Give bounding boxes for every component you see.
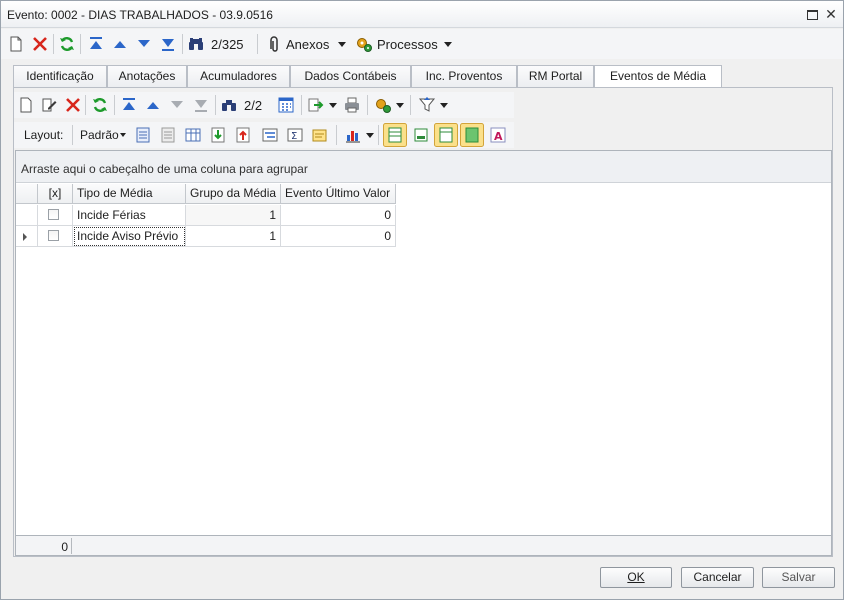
record-position: 2/325 [211,37,244,52]
new-row-icon[interactable] [17,96,35,114]
restore-icon[interactable] [805,7,819,21]
export-dropdown-icon[interactable] [329,103,337,108]
cell-grupo-da-media[interactable]: 1 [186,205,281,226]
column-header-grupo-da-media[interactable]: Grupo da Média [186,184,281,204]
column-header-select[interactable]: [x] [38,184,73,204]
calendar-grid-icon[interactable] [277,96,295,114]
grid-footer: 0 [16,535,831,555]
group-layout-icon[interactable] [261,126,279,144]
layout-select[interactable]: Padrão [80,128,119,142]
refresh-grid-icon[interactable] [91,96,109,114]
group-by-panel[interactable]: Arraste aqui o cabeçalho de uma coluna p… [16,151,831,183]
layout-toolbar: Layout: Padrão Σ A [14,122,514,148]
cell-evento-ultimo-valor[interactable]: 0 [281,205,396,226]
tab-inc-proventos[interactable]: Inc. Proventos [411,65,517,87]
processes-icon[interactable] [355,35,373,53]
processes-button[interactable]: Processos [377,37,438,52]
ok-button[interactable]: OK [600,567,672,588]
title-bar: Evento: 0002 - DIAS TRABALHADOS - 03.9.0… [1,1,843,28]
grid-last-icon[interactable] [192,96,210,114]
grid-next-icon[interactable] [168,96,186,114]
grid-toolbar: 2/2 [14,92,514,118]
delete-row-icon[interactable] [64,96,82,114]
row-select-cell[interactable] [38,226,73,247]
tab-eventos-de-media[interactable]: Eventos de Média [594,65,722,88]
refresh-icon[interactable] [58,35,76,53]
cell-grupo-da-media[interactable]: 1 [186,226,281,247]
tab-identificacao[interactable]: Identificação [13,65,107,87]
export-icon[interactable] [307,96,325,114]
view-card-icon[interactable] [412,126,430,144]
delete-layout-icon[interactable] [159,126,177,144]
row-indicator-header [16,184,38,204]
save-layout-icon[interactable] [134,126,152,144]
tab-acumuladores[interactable]: Acumuladores [187,65,290,87]
processes-dropdown-icon[interactable] [444,42,452,47]
font-icon[interactable]: A [489,126,507,144]
view-grid-icon[interactable] [383,123,407,147]
print-icon[interactable] [343,96,361,114]
binoculars-icon[interactable] [187,35,205,53]
tab-panel: 2/2 Layout: Padrão Σ A Arraste aqui o ca… [13,87,833,557]
chart-dropdown-icon[interactable] [366,133,374,138]
row-indicator [16,205,38,226]
previous-record-icon[interactable] [111,35,129,53]
ok-label: OK [627,570,645,584]
grid-processes-icon[interactable] [374,96,392,114]
grid-search-icon[interactable] [220,96,238,114]
row-indicator [16,226,38,247]
row-checkbox[interactable] [48,230,59,241]
import-layout-icon[interactable] [209,126,227,144]
paperclip-icon[interactable] [265,35,283,53]
attachments-button[interactable]: Anexos [286,37,329,52]
layout-label: Layout: [24,128,64,142]
footer-count: 0 [61,540,68,554]
delete-icon[interactable] [31,35,49,53]
chart-icon[interactable] [344,126,362,144]
cell-evento-ultimo-valor[interactable]: 0 [281,226,396,247]
cell-tipo-de-media[interactable]: Incide Aviso Prévio [73,226,186,247]
cell-tipo-de-media[interactable]: Incide Férias [73,205,186,226]
edit-row-icon[interactable] [40,96,58,114]
save-button[interactable]: Salvar [762,567,835,588]
notes-icon[interactable] [311,126,329,144]
close-icon[interactable]: ✕ [824,7,838,21]
event-window: Evento: 0002 - DIAS TRABALHADOS - 03.9.0… [0,0,844,600]
window-title: Evento: 0002 - DIAS TRABALHADOS - 03.9.0… [7,8,273,22]
main-toolbar: 2/325 Anexos Processos [1,29,843,59]
cancel-button[interactable]: Cancelar [681,567,754,588]
view-form-icon[interactable] [434,123,458,147]
row-select-cell[interactable] [38,205,73,226]
attachments-dropdown-icon[interactable] [338,42,346,47]
first-record-icon[interactable] [87,35,105,53]
layout-dropdown-icon[interactable] [120,133,126,137]
column-header-tipo-de-media[interactable]: Tipo de Média [73,184,186,204]
tab-rm-portal[interactable]: RM Portal [517,65,594,87]
grid-processes-dropdown-icon[interactable] [396,103,404,108]
next-record-icon[interactable] [135,35,153,53]
view-detail-icon[interactable] [460,123,484,147]
columns-icon[interactable] [184,126,202,144]
export-layout-icon[interactable] [234,126,252,144]
last-record-icon[interactable] [159,35,177,53]
media-events-grid: Arraste aqui o cabeçalho de uma coluna p… [15,150,832,556]
row-checkbox[interactable] [48,209,59,220]
filter-dropdown-icon[interactable] [440,103,448,108]
current-row-arrow-icon [23,233,27,241]
grid-record-position: 2/2 [244,98,263,113]
grid-first-icon[interactable] [120,96,138,114]
group-by-hint: Arraste aqui o cabeçalho de uma coluna p… [21,162,308,176]
sum-icon[interactable]: Σ [286,126,304,144]
filter-icon[interactable] [418,96,436,114]
tab-dados-contabeis[interactable]: Dados Contábeis [290,65,411,87]
svg-text:Σ: Σ [291,131,297,142]
new-icon[interactable] [7,35,25,53]
column-header-evento-ultimo-valor[interactable]: Evento Último Valor [281,184,396,204]
grid-previous-icon[interactable] [144,96,162,114]
svg-text:A: A [494,130,503,143]
tab-anotacoes[interactable]: Anotações [107,65,187,87]
